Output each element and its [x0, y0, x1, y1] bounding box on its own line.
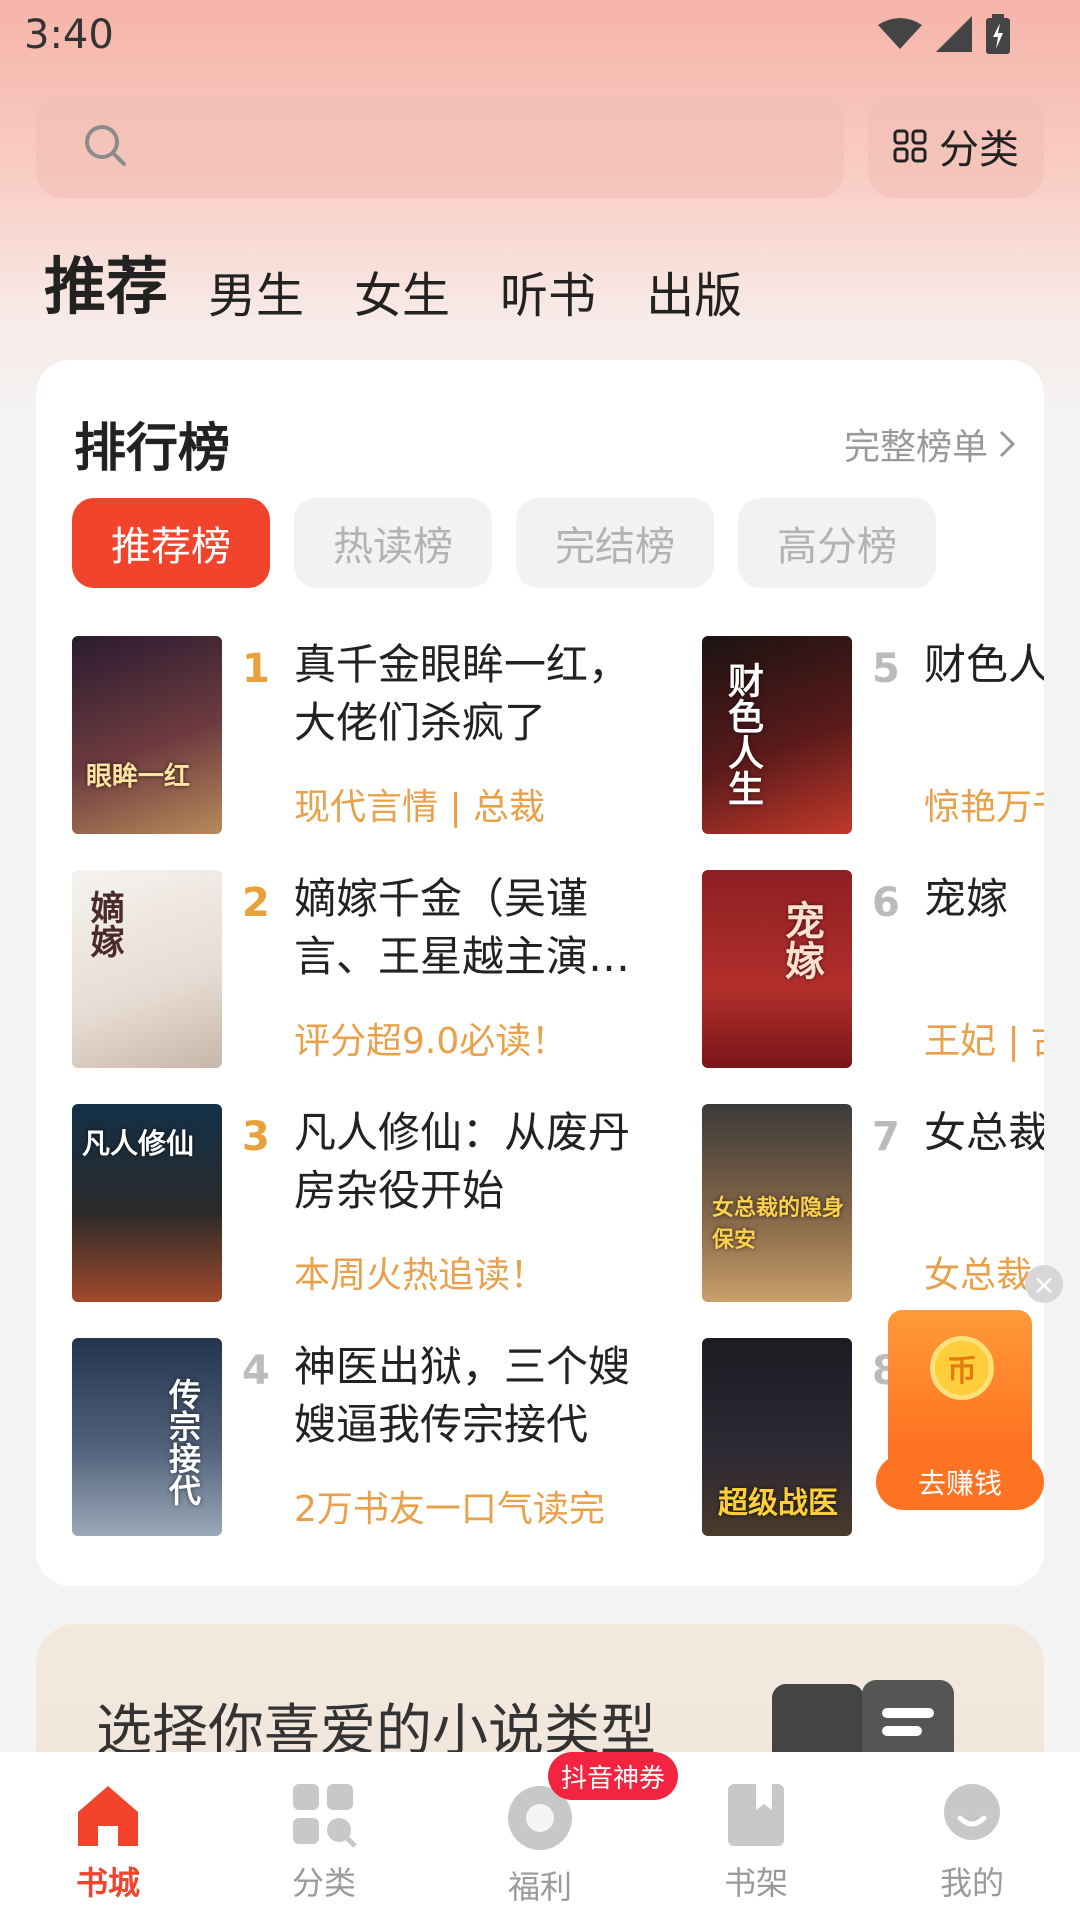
book-item[interactable]: 宠嫁 6 宠嫁 王妃 | 古 [702, 870, 1044, 1070]
nav-label: 书城 [75, 1864, 140, 1902]
app-root: 3:40 分类 推荐 男生 女生 听书 出版 排行榜 完整榜单 推荐榜 热读榜 … [0, 0, 1080, 1920]
book-tag: 评分超9.0必读！ [294, 1021, 568, 1062]
book-tag: 本周火热追读！ [294, 1255, 547, 1296]
ranking-chips: 推荐榜 热读榜 完结榜 高分榜 [72, 498, 936, 588]
earn-money-button[interactable]: 去赚钱 [876, 1454, 1044, 1510]
book-rank: 3 [242, 1114, 270, 1160]
tab-male[interactable]: 男生 [208, 256, 304, 326]
nav-bookstore[interactable]: 书城 [0, 1752, 216, 1920]
ranking-title: 排行榜 [74, 419, 231, 479]
chip-recommend[interactable]: 推荐榜 [72, 498, 270, 588]
book-rank: 5 [872, 646, 900, 692]
battery-icon [986, 14, 1010, 54]
book-item[interactable]: 眼眸一红 1 真千金眼眸一红，大佬们杀疯了 现代言情 | 总裁 [72, 636, 692, 836]
book-title: 凡人修仙：从废丹房杂役开始 [294, 1108, 631, 1215]
nav-category[interactable]: 分类 [216, 1752, 432, 1920]
book-cover: 传宗接代 [72, 1338, 222, 1536]
book-item[interactable]: 财色人生 5 财色人 惊艳万千 [702, 636, 1044, 836]
book-title: 宠嫁 [924, 874, 1009, 923]
grid-icon [893, 129, 927, 163]
book-title: 神医出狱，三个嫂嫂逼我传宗接代 [294, 1342, 631, 1449]
book-cover: 女总裁的隐身保安 [702, 1104, 852, 1302]
full-list-label: 完整榜单 [843, 427, 988, 468]
book-title: 真千金眼眸一红，大佬们杀疯了 [294, 640, 631, 747]
nav-bookshelf[interactable]: 书架 [648, 1752, 864, 1920]
book-title: 女总裁 [924, 1108, 1044, 1157]
category-label: 分类 [939, 127, 1019, 173]
full-list-link[interactable]: 完整榜单 [844, 418, 1016, 470]
book-tag: 现代言情 | 总裁 [294, 787, 546, 828]
book-rank: 2 [242, 880, 270, 926]
bottom-nav: 书城 分类 福利 书架 我的 [0, 1752, 1080, 1920]
tab-recommend[interactable]: 推荐 [44, 236, 168, 326]
coupon-badge: 抖音神券 [548, 1752, 678, 1800]
nav-label: 分类 [291, 1864, 356, 1902]
book-tag: 女总裁 [924, 1255, 1033, 1296]
category-button[interactable]: 分类 [868, 94, 1044, 198]
book-cover: 嫡嫁 [72, 870, 222, 1068]
book-cover: 超级战医 [702, 1338, 852, 1536]
book-tag: 惊艳万千 [924, 787, 1044, 828]
home-icon [78, 1786, 138, 1846]
profile-icon [944, 1784, 1000, 1840]
status-time: 3:40 [24, 12, 114, 58]
chip-high-score[interactable]: 高分榜 [738, 498, 936, 588]
tab-publish[interactable]: 出版 [646, 256, 742, 326]
status-bar: 3:40 [0, 0, 1080, 80]
book-item[interactable]: 凡人修仙 3 凡人修仙：从废丹房杂役开始 本周火热追读！ [72, 1104, 692, 1304]
reward-close-button[interactable]: × [1025, 1265, 1063, 1303]
book-item[interactable]: 嫡嫁 2 嫡嫁千金（吴谨言、王星越主演… 评分超9.0必读！ [72, 870, 692, 1070]
top-tabs: 推荐 男生 女生 听书 出版 [44, 236, 792, 326]
book-title: 嫡嫁千金（吴谨言、王星越主演… [294, 874, 631, 981]
book-cover: 宠嫁 [702, 870, 852, 1068]
search-bar[interactable] [36, 94, 844, 198]
chip-completed[interactable]: 完结榜 [516, 498, 714, 588]
bookshelf-icon [728, 1784, 784, 1846]
book-item[interactable]: 女总裁的隐身保安 7 女总裁 女总裁 [702, 1104, 1044, 1304]
nav-label: 福利 [507, 1868, 572, 1906]
book-rank: 4 [242, 1348, 270, 1394]
tab-female[interactable]: 女生 [354, 256, 450, 326]
book-tag: 2万书友一口气读完 [294, 1489, 605, 1530]
book-title: 财色人 [924, 640, 1044, 689]
book-cover: 财色人生 [702, 636, 852, 834]
book-rank: 7 [872, 1114, 900, 1160]
book-item[interactable]: 传宗接代 4 神医出狱，三个嫂嫂逼我传宗接代 2万书友一口气读完 [72, 1338, 692, 1538]
wifi-icon [878, 18, 922, 49]
tab-audiobook[interactable]: 听书 [500, 256, 596, 326]
status-icons [878, 14, 1010, 54]
nav-label: 书架 [723, 1864, 788, 1902]
book-cover: 眼眸一红 [72, 636, 222, 834]
book-rank: 1 [242, 646, 270, 692]
chip-hot[interactable]: 热读榜 [294, 498, 492, 588]
signal-icon [936, 16, 972, 52]
search-icon [85, 125, 126, 166]
book-cover: 凡人修仙 [72, 1104, 222, 1302]
coin-icon: 币 [930, 1336, 994, 1400]
book-tag: 王妃 | 古 [924, 1021, 1044, 1062]
nav-label: 我的 [939, 1864, 1004, 1902]
category-icon [293, 1784, 357, 1848]
chevron-right-icon [999, 430, 1016, 458]
nav-profile[interactable]: 我的 [864, 1752, 1080, 1920]
book-rank: 6 [872, 880, 900, 926]
